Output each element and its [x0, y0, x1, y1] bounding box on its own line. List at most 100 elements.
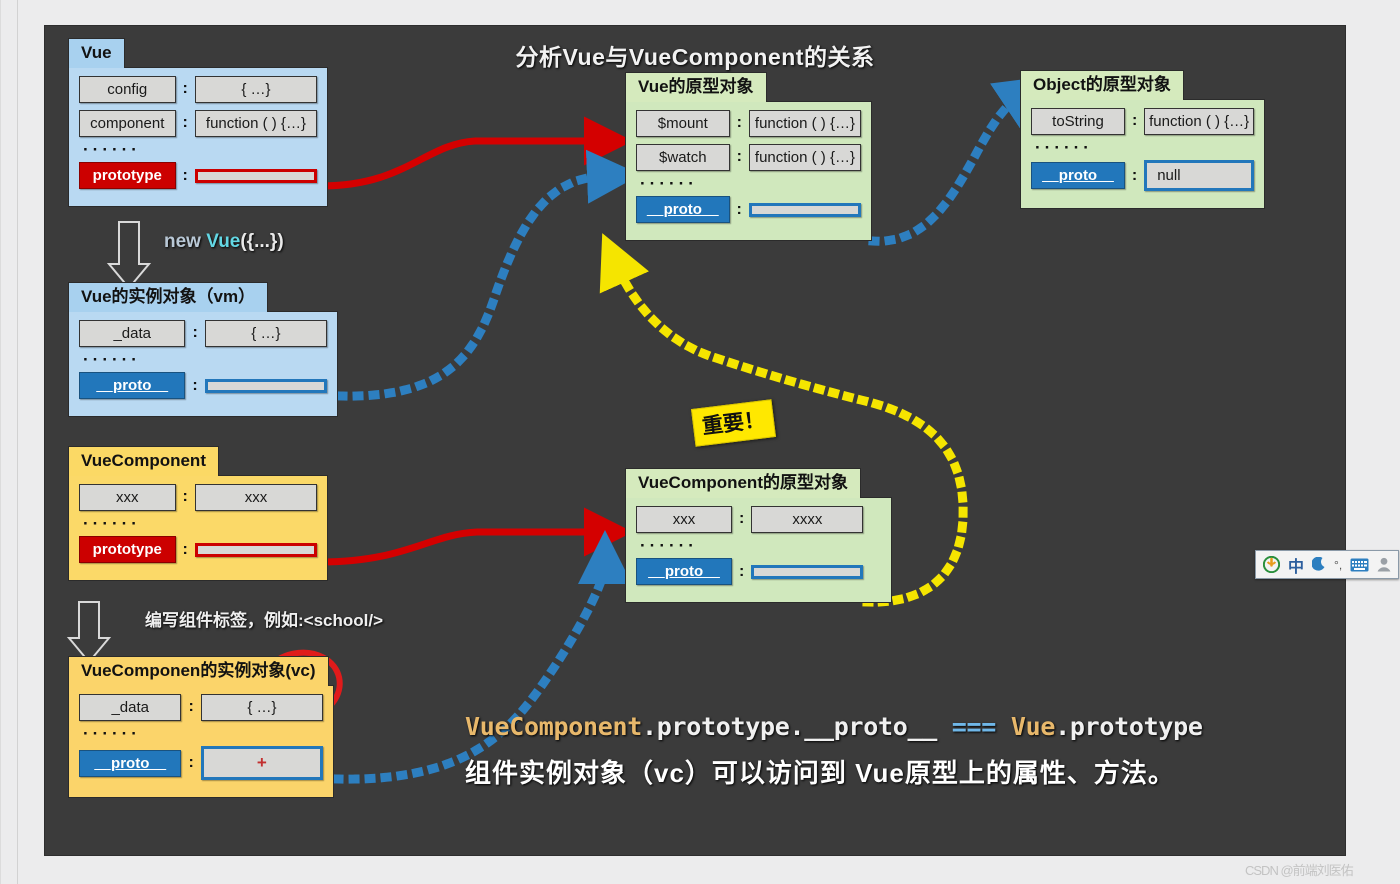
property-key: $watch [636, 143, 730, 171]
property-value: { …} [200, 693, 323, 721]
table-row-proto: __proto__ : null [1031, 160, 1254, 192]
property-value: function ( ) {…} [748, 143, 861, 171]
new-keyword: new [164, 231, 207, 252]
property-value: xxxx [751, 505, 864, 533]
flow-arrow-write-component [66, 601, 112, 664]
property-value: function ( ) {…} [194, 109, 317, 137]
diagram-canvas: 分析Vue与VueComponent的关系 Vue config : { …} … [45, 26, 1345, 855]
box-vue: Vue config : { …} component : function (… [68, 38, 328, 208]
property-key: _data [79, 693, 182, 721]
caption-vuecomponent: VueComponent [465, 712, 643, 741]
ellipsis-dots: ······ [1035, 137, 1093, 157]
property-value-proto [748, 202, 861, 217]
box-vuecomponent-instance: VueComponen的实例对象(vc) _data : { …} ······… [68, 656, 334, 799]
property-key: xxx [79, 483, 176, 511]
box-vuecomponent-prototype-title: VueComponent的原型对象 [625, 468, 861, 498]
ime-language-bar[interactable]: 中 °, [1255, 550, 1400, 579]
property-value: function ( ) {…} [748, 109, 861, 137]
colon: : [182, 80, 188, 98]
table-row: config : { …} [79, 75, 317, 103]
arrow-vm-proto [336, 149, 641, 401]
table-row: _data : { …} [79, 693, 323, 721]
colon: : [182, 540, 188, 558]
property-value-proto: + [200, 746, 323, 781]
property-value: { …} [194, 75, 317, 103]
table-row-proto: __proto__ : [636, 196, 861, 224]
property-value-proto [751, 564, 864, 579]
property-key: component [79, 109, 176, 137]
table-row: _data : { …} [79, 319, 327, 347]
box-object-prototype-title: Object的原型对象 [1020, 70, 1184, 100]
table-row-prototype: prototype : [79, 162, 317, 190]
table-row-prototype: prototype : [79, 536, 317, 564]
colon: : [736, 114, 742, 132]
arrow-vue-prototype [320, 116, 633, 190]
box-vuecomponent-prototype: VueComponent的原型对象 xxx : xxxx ······ __pr… [625, 468, 892, 604]
caption-block: VueComponent.prototype.__proto__ === Vue… [465, 712, 1325, 790]
property-value: function ( ) {…} [1144, 107, 1254, 135]
property-key-proto: __proto__ [79, 372, 186, 400]
important-badge: 重要！ [690, 399, 777, 447]
table-row: component : function ( ) {…} [79, 109, 317, 137]
arrow-vuecomponent-prototype [320, 507, 633, 566]
ime-mode-label[interactable]: 中 [1288, 553, 1304, 577]
ellipsis-dots: ······ [640, 535, 698, 555]
colon: : [1132, 112, 1138, 130]
table-row: xxx : xxx [79, 483, 317, 511]
caption-vue: Vue [1010, 712, 1056, 741]
box-vue-instance: Vue的实例对象（vm） _data : { …} ······ __proto… [68, 282, 338, 418]
box-vue-title: Vue [68, 38, 125, 68]
property-value: xxx [194, 483, 317, 511]
caption-prototype-proto: .prototype.__proto__ [642, 712, 952, 741]
colon: : [1131, 166, 1138, 184]
property-value: { …} [204, 319, 327, 347]
property-value-prototype [194, 168, 317, 183]
property-key: config [79, 75, 176, 103]
property-key-proto: __proto__ [79, 749, 182, 777]
box-object-prototype: Object的原型对象 toString : function ( ) {…} … [1020, 70, 1265, 210]
table-row-proto: __proto__ : [79, 372, 327, 400]
user-account-icon[interactable] [1377, 557, 1391, 572]
table-row: $watch : function ( ) {…} [636, 143, 861, 171]
property-value-prototype [194, 542, 317, 557]
property-key-prototype: prototype [79, 162, 176, 190]
watermark: CSDN @前端刘医佑 [1245, 863, 1354, 878]
property-key-proto: __proto__ [1031, 162, 1125, 190]
colon: : [192, 376, 198, 394]
colon: : [188, 754, 194, 772]
box-vuecomponent: VueComponent xxx : xxx ······ prototype … [68, 446, 328, 582]
ellipsis-dots: ······ [83, 139, 141, 159]
label-new-vue: new Vue({...}) [164, 231, 284, 253]
keyboard-icon[interactable] [1350, 558, 1369, 572]
moon-icon[interactable] [1312, 557, 1326, 572]
property-key: toString [1031, 107, 1126, 135]
page-divider-rule [17, 0, 18, 884]
table-row-proto: __proto__ : [636, 558, 881, 586]
box-vc-title: VueComponen的实例对象(vc) [68, 656, 329, 686]
vue-keyword: Vue [206, 231, 241, 252]
vue-args: ({...}) [240, 231, 284, 252]
caption-line-2: 组件实例对象（vc）可以访问到 Vue原型上的属性、方法。 [465, 758, 1175, 788]
caption-line-1: VueComponent.prototype.__proto__ === Vue… [465, 712, 1325, 741]
colon: : [182, 488, 188, 506]
colon: : [736, 148, 742, 166]
box-vm-title: Vue的实例对象（vm） [68, 282, 269, 312]
property-value-proto: null [1144, 160, 1254, 192]
colon: : [182, 114, 188, 132]
punctuation-icon[interactable]: °, [1334, 558, 1342, 572]
property-key-proto: __proto__ [636, 558, 732, 586]
colon: : [739, 562, 745, 580]
colon: : [182, 166, 188, 184]
arrow-vueproto-proto [868, 76, 1050, 246]
colon: : [188, 698, 194, 716]
table-row: xxx : xxxx [636, 505, 881, 533]
colon: : [736, 200, 742, 218]
ellipsis-dots: ······ [640, 173, 698, 193]
ellipsis-dots: ······ [83, 349, 141, 369]
box-vue-prototype-title: Vue的原型对象 [625, 72, 767, 102]
box-vuecomponent-title: VueComponent [68, 446, 219, 476]
table-row: toString : function ( ) {…} [1031, 107, 1254, 135]
caption-equals: === [951, 712, 1011, 741]
ellipsis-dots: ······ [83, 723, 141, 743]
sogou-logo-icon[interactable] [1263, 556, 1280, 573]
